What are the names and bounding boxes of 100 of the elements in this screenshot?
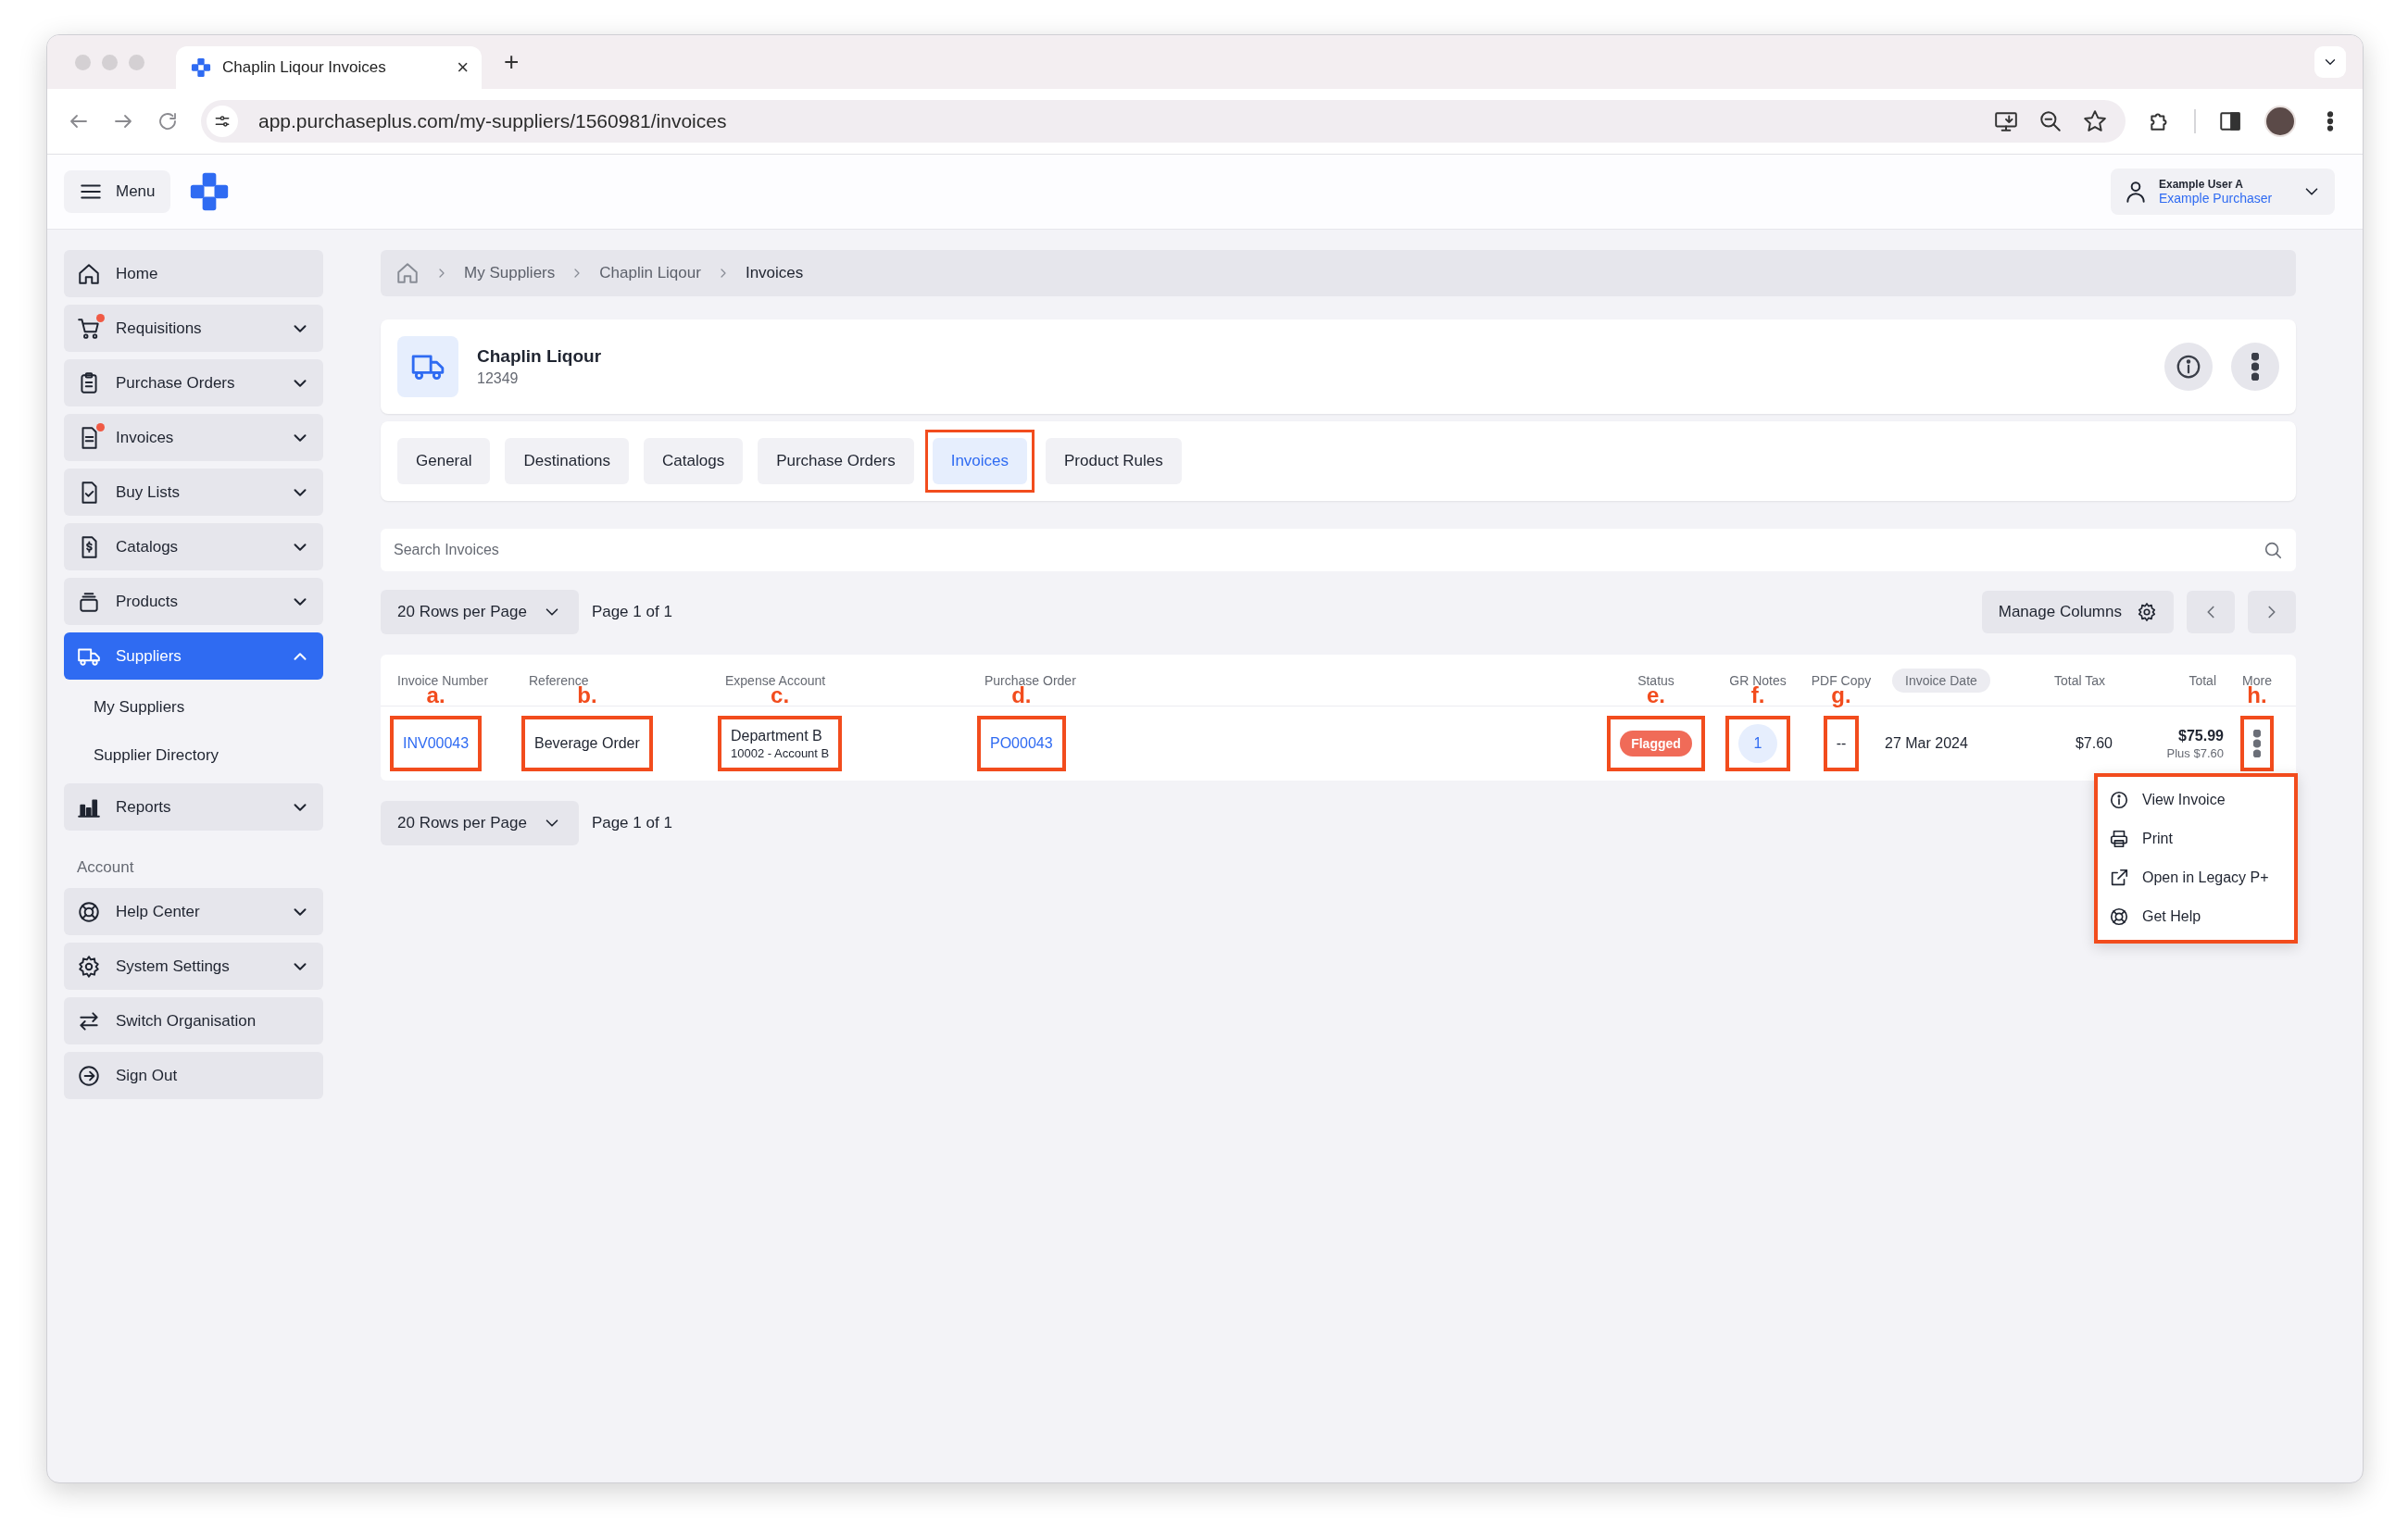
tax-note: Plus $7.60 [2166, 745, 2224, 760]
menu-item-label: Print [2142, 831, 2173, 847]
browser-tab[interactable]: Chaplin Liqour Invoices × [176, 46, 482, 89]
sidebar-label: Requisitions [116, 319, 203, 338]
truck-icon [397, 336, 458, 397]
user-name: Example User A [2159, 178, 2244, 191]
status-badge: Flagged [1620, 731, 1692, 756]
settings-icon [77, 954, 101, 979]
table-link[interactable]: PO00043 [990, 735, 1053, 752]
sidebar-item[interactable]: Reports [64, 783, 323, 831]
table-cell: $7.60 [2075, 735, 2113, 752]
menu-item-label: Get Help [2142, 908, 2201, 925]
tab[interactable]: Product Rules [1046, 438, 1182, 484]
more-button[interactable] [2231, 343, 2279, 391]
new-tab-button[interactable]: + [504, 47, 520, 77]
home-icon[interactable] [395, 261, 420, 285]
tab[interactable]: Invoices [932, 438, 1028, 484]
breadcrumb-link[interactable]: Chaplin Liqour [599, 264, 701, 282]
avatar[interactable] [2264, 106, 2296, 137]
tab[interactable]: General [397, 438, 491, 484]
sidebar-item[interactable]: Purchase Orders [64, 359, 323, 406]
home-icon [77, 261, 101, 286]
menu-button[interactable]: Menu [64, 170, 170, 213]
search-field[interactable]: Search Invoices [381, 529, 2296, 571]
column-header[interactable]: Total [2189, 672, 2216, 688]
sidebar-subitem[interactable]: My Suppliers [64, 687, 323, 728]
lifebuoy-icon [77, 899, 101, 924]
sidebar-label: Purchase Orders [116, 373, 236, 393]
table-link[interactable]: INV00043 [403, 735, 470, 752]
rows-per-page-dropdown[interactable]: 20 Rows per Page [381, 590, 579, 634]
settings-icon [2137, 602, 2157, 622]
info-icon [2175, 353, 2202, 381]
address-bar[interactable]: app.purchaseplus.com/my-suppliers/1560981/invoices [201, 100, 2126, 143]
column-header[interactable]: Invoice Date [1892, 668, 1990, 693]
page-info: Page 1 of 1 [591, 603, 672, 621]
sidebar-item[interactable]: Requisitions [64, 305, 323, 352]
table-cell-text: Department B [731, 727, 823, 744]
url-text: app.purchaseplus.com/my-suppliers/1560981/invoices [258, 110, 727, 132]
count-badge[interactable]: 1 [1738, 724, 1777, 763]
sidebar-item[interactable]: System Settings [64, 943, 323, 990]
table-cell: -- [1836, 735, 1847, 752]
sidebar-item[interactable]: Buy Lists [64, 469, 323, 516]
tab[interactable]: Destinations [505, 438, 630, 484]
supplier-name: Chaplin Liqour [477, 346, 602, 367]
menu-item[interactable]: Get Help [2098, 897, 2294, 936]
user-role: Example Purchaser [2159, 191, 2274, 206]
search-icon[interactable] [2263, 540, 2283, 560]
manage-columns-button[interactable]: Manage Columns [1981, 591, 2174, 633]
more-button[interactable] [2253, 730, 2261, 757]
sidebar-subitem[interactable]: Supplier Directory [64, 735, 323, 776]
sidebar-item[interactable]: Products [64, 578, 323, 625]
cart-icon [77, 316, 101, 341]
kebab-icon [2251, 353, 2259, 381]
reload-icon[interactable] [157, 110, 179, 132]
sidebar-label: Products [116, 592, 180, 611]
info-button[interactable] [2164, 343, 2213, 391]
lifebuoy-icon [2109, 907, 2129, 927]
rows-per-page-dropdown[interactable]: 20 Rows per Page [381, 801, 579, 845]
sidebar-label: System Settings [116, 957, 231, 976]
page-info: Page 1 of 1 [591, 814, 672, 832]
logo-icon [191, 57, 211, 78]
total-amount: $75.99 [2178, 727, 2224, 744]
sidebar-item[interactable]: Catalogs [64, 523, 323, 570]
column-header[interactable]: Total Tax [2054, 672, 2105, 688]
zoom-icon[interactable] [2038, 109, 2063, 133]
table-cell: 27 Mar 2024 [1885, 735, 1968, 752]
account-code: 10002 - Account B [731, 745, 830, 760]
tab[interactable]: Catalogs [644, 438, 744, 484]
menu-item[interactable]: Open in Legacy P+ [2098, 858, 2294, 897]
section-heading: Account [77, 858, 135, 877]
close-tab-button[interactable]: × [457, 56, 469, 80]
menu-item-label: View Invoice [2142, 792, 2226, 808]
sidebar-item[interactable]: Help Center [64, 888, 323, 935]
menu-item-label: Open in Legacy P+ [2142, 869, 2269, 886]
menu-item[interactable]: Print [2098, 819, 2294, 858]
logo-icon[interactable] [188, 171, 230, 212]
sidebar-item[interactable]: Invoices [64, 414, 323, 461]
menu-item[interactable]: View Invoice [2098, 781, 2294, 819]
user-menu[interactable]: Example User A Example Purchaser [2111, 169, 2335, 215]
sidebar-label: Catalogs [116, 537, 180, 556]
user-icon [2124, 180, 2148, 204]
sidebar-label: Home [116, 264, 159, 283]
install-icon[interactable] [1994, 109, 2018, 133]
kebab-icon [2253, 730, 2261, 757]
tab[interactable]: Purchase Orders [758, 438, 914, 484]
sidebar-item[interactable]: Home [64, 250, 323, 297]
sidebar-label: Help Center [116, 902, 201, 921]
side-panel-icon[interactable] [2218, 109, 2242, 133]
sidebar-item[interactable]: Sign Out [64, 1052, 323, 1099]
star-icon[interactable] [2083, 109, 2107, 133]
sidebar-item[interactable]: Suppliers [64, 632, 323, 680]
site-settings-button[interactable] [207, 106, 238, 137]
supplier-code: 12349 [477, 370, 520, 387]
table-cell: Beverage Order [534, 735, 640, 752]
breadcrumb-link[interactable]: My Suppliers [464, 264, 556, 282]
sidebar-item[interactable]: Switch Organisation [64, 997, 323, 1044]
sidebar-label: Buy Lists [116, 482, 181, 502]
tab-title: Chaplin Liqour Invoices [222, 58, 387, 77]
sidebar-label: Invoices [116, 428, 175, 447]
sidebar-label: Reports [116, 797, 172, 817]
